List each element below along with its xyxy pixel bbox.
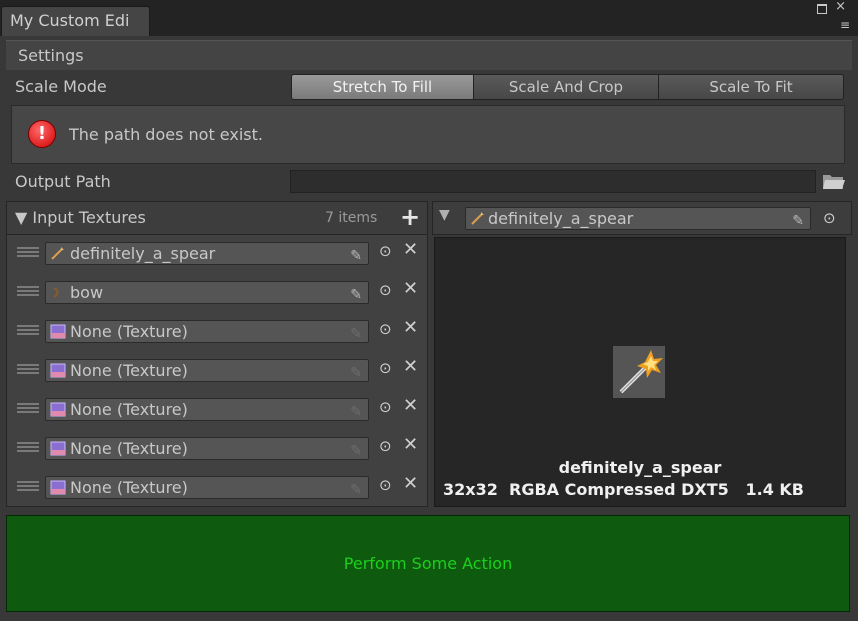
remove-icon[interactable]: ✕ [403, 434, 418, 455]
output-path-label: Output Path [15, 172, 111, 191]
input-textures-list: definitely_a_spear ✎ ⊙ ✕ bow ✎ ⊙ ✕ None … [6, 235, 428, 507]
bow-sprite-icon [53, 287, 59, 298]
preview-foldout-icon[interactable]: ▼ [439, 207, 450, 223]
preview-name: definitely_a_spear [558, 458, 722, 477]
texture-object-field[interactable]: None (Texture) ✎ [45, 320, 369, 343]
texture-label: None (Texture) [70, 361, 188, 380]
spear-sprite-icon [51, 247, 64, 260]
pencil-icon[interactable]: ✎ [350, 441, 362, 459]
input-textures-title: Input Textures [32, 208, 146, 227]
settings-header: Settings [6, 40, 852, 70]
scale-mode-stretch-to-fill[interactable]: Stretch To Fill [291, 74, 474, 100]
folder-icon[interactable] [822, 171, 846, 191]
texture-label: None (Texture) [70, 322, 188, 341]
perform-action-button[interactable]: Perform Some Action [6, 515, 850, 612]
drag-handle-icon[interactable] [17, 481, 39, 493]
pencil-icon[interactable]: ✎ [792, 211, 804, 232]
list-item: None (Texture) ✎ ⊙ ✕ [7, 313, 427, 349]
texture-icon [50, 441, 66, 456]
maximize-icon[interactable] [817, 4, 827, 14]
texture-preview: definitely_a_spear 32x32 RGBA Compressed… [434, 237, 846, 507]
scale-mode-scale-and-crop[interactable]: Scale And Crop [473, 74, 659, 100]
texture-label: bow [70, 283, 104, 302]
list-item: None (Texture) ✎ ⊙ ✕ [7, 430, 427, 466]
editor-window: My Custom Edi × ≡ Settings Scale Mode St… [0, 0, 858, 621]
input-textures-foldout[interactable]: ▼ Input Textures [15, 208, 146, 227]
drag-handle-icon[interactable] [17, 325, 39, 337]
list-item: definitely_a_spear ✎ ⊙ ✕ [7, 235, 427, 271]
error-helpbox: ! The path does not exist. [11, 105, 845, 164]
target-icon[interactable]: ⊙ [379, 359, 392, 377]
error-icon: ! [28, 120, 56, 148]
close-icon[interactable]: × [835, 0, 846, 14]
list-item: None (Texture) ✎ ⊙ ✕ [7, 352, 427, 388]
preview-info: 32x32 RGBA Compressed DXT5 1.4 KB [443, 480, 804, 499]
preview-object-field[interactable]: definitely_a_spear ✎ [465, 207, 811, 230]
texture-label: definitely_a_spear [70, 244, 216, 263]
texture-object-field[interactable]: definitely_a_spear ✎ [45, 242, 369, 265]
spear-sprite-icon [471, 212, 484, 225]
menu-icon[interactable]: ≡ [840, 18, 850, 32]
drag-handle-icon[interactable] [17, 247, 39, 259]
pencil-icon[interactable]: ✎ [350, 285, 362, 303]
list-item: bow ✎ ⊙ ✕ [7, 274, 427, 310]
texture-label: None (Texture) [70, 478, 188, 497]
target-icon[interactable]: ⊙ [379, 476, 392, 494]
pencil-icon[interactable]: ✎ [350, 363, 362, 381]
title-bar: My Custom Edi × ≡ [0, 0, 858, 36]
texture-icon [50, 324, 66, 339]
texture-object-field[interactable]: None (Texture) ✎ [45, 398, 369, 421]
target-icon[interactable]: ⊙ [379, 242, 392, 260]
scale-mode-scale-to-fit[interactable]: Scale To Fit [658, 74, 844, 100]
target-icon[interactable]: ⊙ [379, 281, 392, 299]
remove-icon[interactable]: ✕ [403, 317, 418, 338]
target-icon[interactable]: ⊙ [379, 437, 392, 455]
add-icon[interactable]: + [400, 203, 420, 231]
scale-mode-label: Scale Mode [15, 77, 107, 96]
editor-tab[interactable]: My Custom Edi [1, 6, 150, 36]
texture-icon [50, 402, 66, 417]
spear-preview-image [613, 346, 665, 398]
texture-icon [50, 363, 66, 378]
pencil-icon[interactable]: ✎ [350, 246, 362, 264]
list-item: None (Texture) ✎ ⊙ ✕ [7, 391, 427, 427]
texture-icon [50, 480, 66, 495]
texture-object-field[interactable]: None (Texture) ✎ [45, 359, 369, 382]
texture-object-field[interactable]: None (Texture) ✎ [45, 437, 369, 460]
texture-object-field[interactable]: bow ✎ [45, 281, 369, 304]
texture-object-field[interactable]: None (Texture) ✎ [45, 476, 369, 499]
texture-label: None (Texture) [70, 439, 188, 458]
remove-icon[interactable]: ✕ [403, 473, 418, 494]
preview-header: ▼ definitely_a_spear ✎ ⊙ [432, 201, 852, 235]
drag-handle-icon[interactable] [17, 403, 39, 415]
target-icon[interactable]: ⊙ [379, 320, 392, 338]
remove-icon[interactable]: ✕ [403, 239, 418, 260]
target-icon[interactable]: ⊙ [379, 398, 392, 416]
remove-icon[interactable]: ✕ [403, 356, 418, 377]
list-item: None (Texture) ✎ ⊙ ✕ [7, 469, 427, 505]
remove-icon[interactable]: ✕ [403, 395, 418, 416]
input-textures-header: ▼ Input Textures 7 items + [6, 201, 428, 235]
target-icon[interactable]: ⊙ [823, 209, 836, 227]
texture-label: None (Texture) [70, 400, 188, 419]
input-textures-count: 7 items [325, 210, 378, 226]
error-message: The path does not exist. [69, 125, 263, 144]
remove-icon[interactable]: ✕ [403, 278, 418, 299]
drag-handle-icon[interactable] [17, 286, 39, 298]
pencil-icon[interactable]: ✎ [350, 480, 362, 498]
pencil-icon[interactable]: ✎ [350, 324, 362, 342]
output-path-field[interactable] [290, 170, 816, 193]
drag-handle-icon[interactable] [17, 442, 39, 454]
drag-handle-icon[interactable] [17, 364, 39, 376]
pencil-icon[interactable]: ✎ [350, 402, 362, 420]
preview-field-label: definitely_a_spear [488, 209, 634, 228]
